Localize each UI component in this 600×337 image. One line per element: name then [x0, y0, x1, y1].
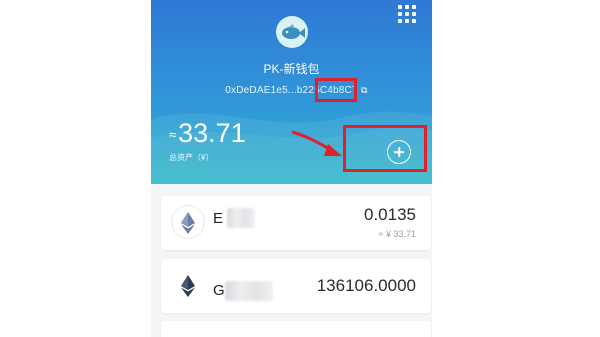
- token-fiat-value: ≈ ¥ 33.71: [378, 229, 416, 239]
- copy-icon[interactable]: ⧉: [361, 85, 371, 95]
- token-name: G: [213, 282, 225, 299]
- add-button-highlight-box: [343, 125, 427, 172]
- token-amount: 136106.0000: [316, 276, 416, 295]
- blurred-token-name: [225, 281, 273, 301]
- token-amount: 0.0135: [364, 205, 416, 224]
- menu-grid-icon[interactable]: [398, 5, 416, 23]
- approx-symbol: ≈: [169, 127, 177, 143]
- wallet-avatar[interactable]: [276, 16, 308, 48]
- token-name: E: [213, 210, 224, 227]
- blurred-token-name: [227, 208, 255, 228]
- token-row[interactable]: E 0.0135 ≈ ¥ 33.71: [161, 196, 431, 250]
- balance-amount: 33.71: [178, 118, 246, 148]
- address-highlight-box: [315, 78, 357, 102]
- token-row[interactable]: G 136106.0000: [161, 259, 431, 313]
- wallet-address[interactable]: 0xDeDAE1e5...b225C4b8C7: [151, 85, 432, 96]
- wallet-name: PK-新钱包: [263, 62, 320, 76]
- total-balance: ≈33.71: [169, 118, 246, 149]
- token-row[interactable]: [161, 321, 431, 337]
- fish-icon: [282, 24, 305, 39]
- ethereum-icon: [171, 205, 205, 239]
- balance-label: 总资产（¥）: [169, 153, 214, 162]
- ethereum-icon: [171, 268, 205, 302]
- red-arrow-annotation: [292, 130, 342, 156]
